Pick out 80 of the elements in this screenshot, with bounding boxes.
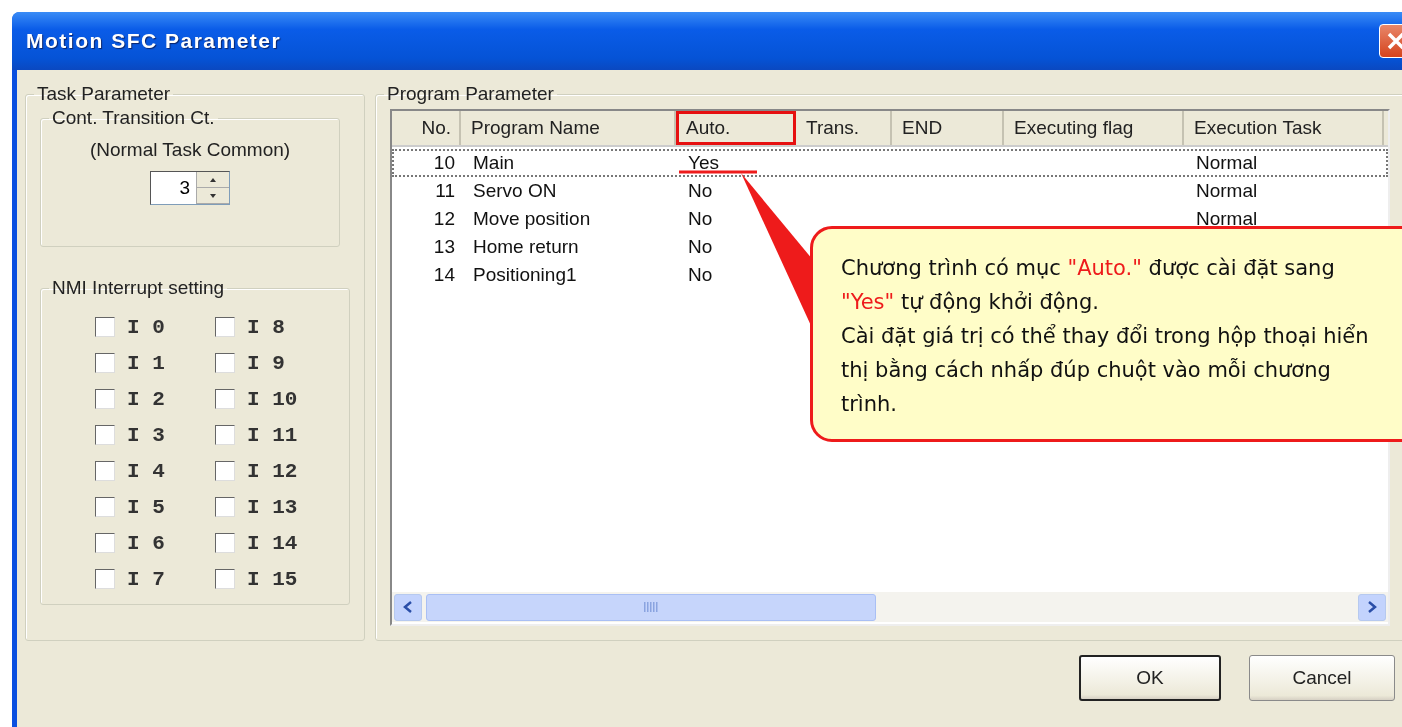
dialog-button[interactable]: OK [1079, 655, 1221, 701]
table-cell-text: Servo ON [472, 180, 558, 202]
checkbox-label: I 4 [127, 459, 165, 483]
column-header[interactable]: Auto. [676, 111, 796, 145]
table-cell-text: Yes [687, 152, 720, 174]
scroll-right-button[interactable] [1358, 593, 1386, 621]
table-cell-text: Move position [472, 208, 592, 230]
checkbox-label: I 10 [247, 387, 298, 411]
table-cell-text: Positioning1 [472, 264, 578, 286]
table-cell-text: 10 [432, 152, 456, 174]
callout-text: Cài đặt giá trị có thể thay đổi trong hộp thoại hiển thị bằng cách nhấp đúp chuột vào mỗi chương trình. [841, 323, 1370, 418]
table-cell-text: Normal [1195, 180, 1259, 202]
checkbox[interactable] [215, 317, 235, 337]
checkbox-label: I 13 [247, 495, 298, 519]
checkbox-label: I 9 [247, 351, 285, 375]
checkbox-label: I 12 [247, 459, 298, 483]
chevron-left-icon [403, 601, 413, 613]
table-cell-text: No [687, 264, 714, 286]
column-header[interactable]: No. [392, 111, 461, 145]
checkbox-label: I 0 [127, 315, 165, 339]
table-cell-text: 13 [432, 236, 456, 258]
column-header[interactable]: Program Name [461, 111, 676, 145]
table-cell-text: Normal [1195, 152, 1259, 174]
checkbox[interactable] [215, 533, 235, 553]
chevron-right-icon [1367, 601, 1377, 613]
scroll-left-button[interactable] [394, 593, 422, 621]
checkbox[interactable] [215, 353, 235, 373]
checkbox[interactable] [95, 461, 115, 481]
checkbox-label: I 11 [247, 423, 298, 447]
checkbox[interactable] [95, 533, 115, 553]
checkbox[interactable] [95, 569, 115, 589]
window-title: Motion SFC Parameter [25, 29, 283, 53]
table-cell-text: 12 [432, 208, 456, 230]
table-row[interactable]: 10 Main Yes Normal [392, 149, 1388, 177]
checkbox-label: I 1 [127, 351, 165, 375]
checkbox[interactable] [95, 317, 115, 337]
dialog-button[interactable]: Cancel [1249, 655, 1395, 701]
down-arrow-icon [210, 193, 216, 198]
checkbox-label: I 5 [127, 495, 165, 519]
callout-text: Chương trình có mục "Auto." được cài đặt sang "Yes" tự động khởi động. [841, 255, 1336, 316]
checkbox[interactable] [95, 497, 115, 517]
checkbox[interactable] [95, 353, 115, 373]
checkbox-label: I 2 [127, 387, 165, 411]
up-arrow-icon [210, 177, 216, 182]
table-cell-text: Home return [472, 236, 580, 258]
group-subtitle: (Normal Task Common) [88, 139, 292, 161]
checkbox-label: I 15 [247, 567, 298, 591]
close-icon [1385, 30, 1402, 52]
checkbox-label: I 3 [127, 423, 165, 447]
group-title: Task Parameter [36, 83, 172, 105]
group-title: Cont. Transition Ct. [51, 107, 216, 129]
group-title: Program Parameter [386, 83, 555, 105]
group-title: NMI Interrupt setting [51, 277, 226, 299]
checkbox[interactable] [215, 389, 235, 409]
checkbox-label: I 7 [127, 567, 165, 591]
table-cell-text: Main [472, 152, 516, 174]
table-row[interactable]: 11 Servo ON No Normal [392, 177, 1388, 205]
horizontal-scrollbar[interactable] [392, 592, 1388, 622]
table-cell-text: No [687, 236, 714, 258]
column-header[interactable]: Execution Task [1184, 111, 1384, 145]
checkbox-label: I 8 [247, 315, 285, 339]
number-spinner[interactable]: 3 [150, 171, 230, 205]
table-cell-text: 11 [434, 180, 456, 202]
scroll-thumb[interactable] [426, 593, 876, 621]
checkbox[interactable] [95, 389, 115, 409]
table-cell-text: No [687, 180, 714, 202]
grip-icon [644, 602, 658, 612]
table-cell-text: 14 [432, 264, 456, 286]
checkbox-label: I 6 [127, 531, 165, 555]
column-header[interactable]: Executing flag [1004, 111, 1184, 145]
table-cell-text: No [687, 208, 714, 230]
checkbox[interactable] [215, 569, 235, 589]
column-header[interactable]: END [892, 111, 1004, 145]
checkbox[interactable] [95, 425, 115, 445]
column-header[interactable]: Trans. [796, 111, 892, 145]
checkbox[interactable] [215, 497, 235, 517]
checkbox-label: I 14 [247, 531, 298, 555]
checkbox[interactable] [215, 425, 235, 445]
table-cell-text: Normal [1195, 208, 1259, 230]
checkbox[interactable] [215, 461, 235, 481]
